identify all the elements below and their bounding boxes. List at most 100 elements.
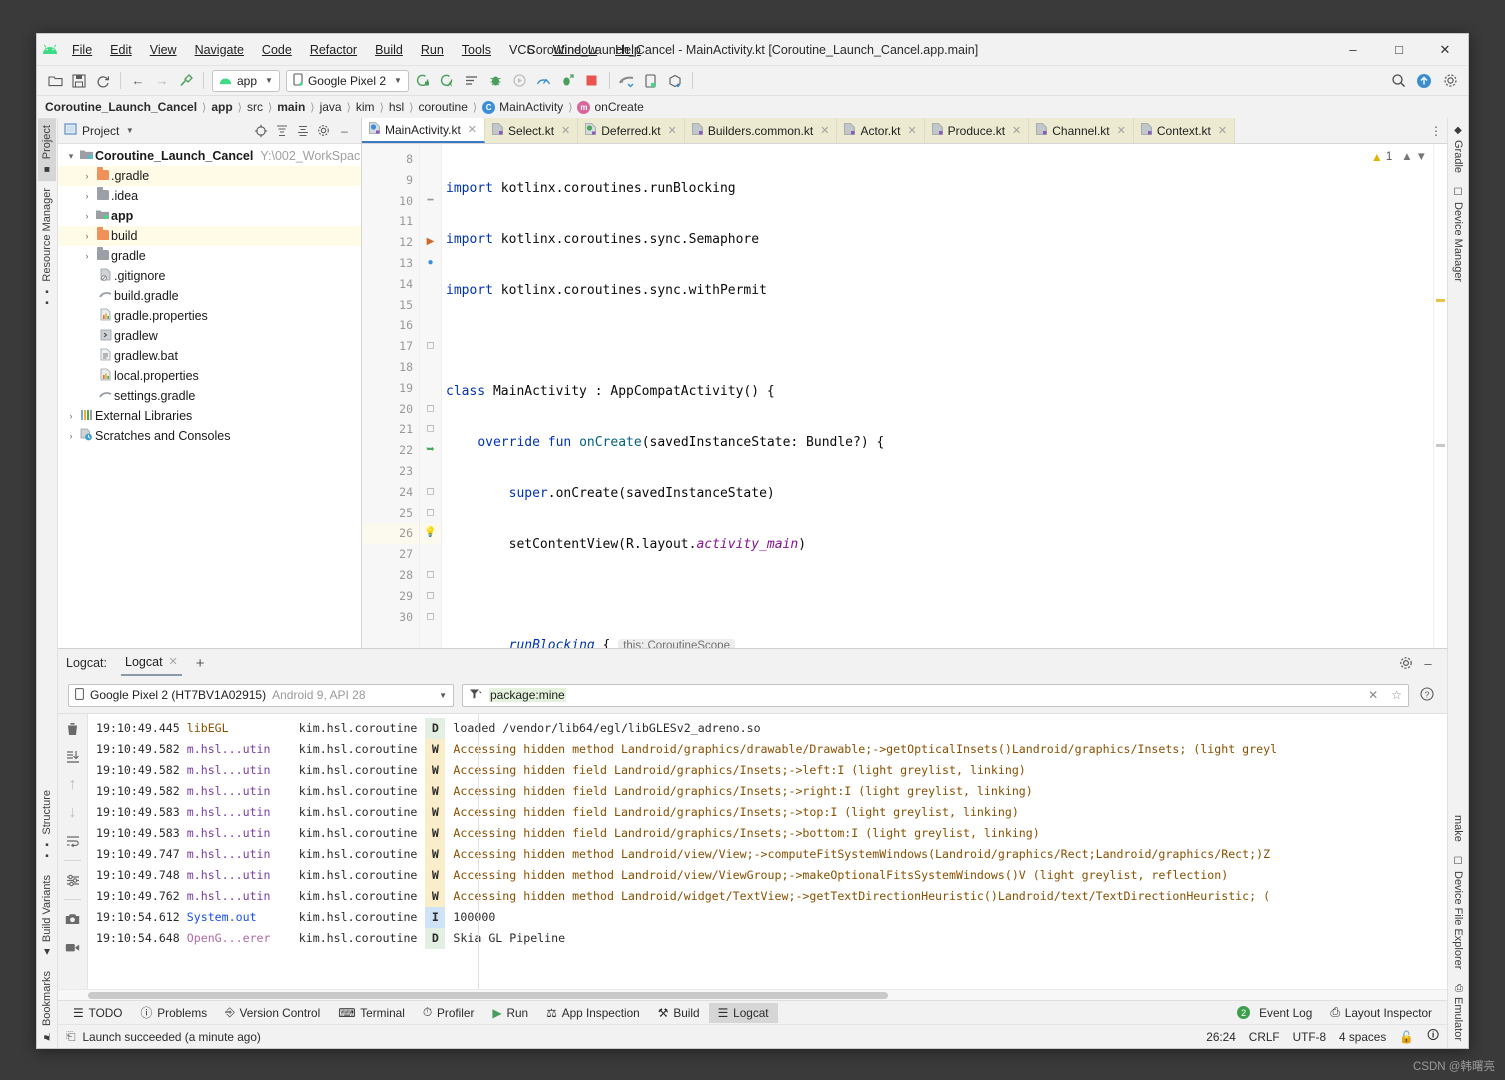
run-tests-icon[interactable] (508, 69, 532, 93)
tree-item-gradle-dir[interactable]: › .gradle (58, 166, 361, 186)
close-icon[interactable]: ✕ (907, 124, 916, 137)
profiler-icon[interactable] (532, 69, 556, 93)
attach-debugger-icon[interactable] (460, 69, 484, 93)
menu-edit[interactable]: Edit (101, 39, 141, 61)
screen-record-icon[interactable] (63, 938, 83, 956)
sdk-manager-icon[interactable] (663, 69, 687, 93)
tool-window-run[interactable]: ▶ Run (483, 1003, 537, 1023)
maximize-button[interactable]: □ (1376, 34, 1422, 65)
close-icon[interactable]: ✕ (1012, 124, 1021, 137)
logcat-session-tab[interactable]: Logcat ✕ (121, 651, 182, 676)
tree-item-gradle-wrapper[interactable]: › gradle (58, 246, 361, 266)
run-class-gutter-icon[interactable]: ▶ (420, 232, 441, 253)
logcat-settings-gear-icon[interactable] (1395, 652, 1417, 674)
back-icon[interactable]: ← (126, 69, 150, 93)
tool-window-make[interactable]: make (1449, 808, 1467, 849)
select-opened-file-icon[interactable] (250, 120, 271, 141)
fold-marker[interactable]: ◻ (420, 586, 441, 607)
chevron-right-icon[interactable]: › (80, 231, 94, 241)
tree-item-gradle-properties[interactable]: gradle.properties (58, 306, 361, 326)
tool-window-structure[interactable]: ▪▪ Structure (38, 783, 56, 868)
tree-item-gradlew-bat[interactable]: gradlew.bat (58, 346, 361, 366)
menu-run[interactable]: Run (412, 39, 453, 61)
open-project-icon[interactable] (43, 69, 67, 93)
menu-window[interactable]: Window (544, 39, 606, 61)
tree-item-gradlew[interactable]: gradlew (58, 326, 361, 346)
debug-icon[interactable] (484, 69, 508, 93)
screenshot-camera-icon[interactable] (63, 910, 83, 928)
indent-setting[interactable]: 4 spaces (1339, 1030, 1386, 1044)
lock-icon[interactable]: 🔓 (1399, 1030, 1414, 1044)
caret-position[interactable]: 26:24 (1206, 1030, 1236, 1044)
search-icon[interactable] (1386, 69, 1410, 93)
chevron-right-icon[interactable]: › (80, 251, 94, 261)
logcat-formatting-options-icon[interactable] (63, 871, 83, 889)
settings-gear-icon[interactable] (1438, 69, 1462, 93)
tree-item-app[interactable]: › app (58, 206, 361, 226)
apply-changes-icon[interactable] (556, 69, 580, 93)
status-message[interactable]: Launch succeeded (a minute ago) (82, 1030, 260, 1044)
clear-logcat-icon[interactable] (63, 720, 83, 738)
previous-occurrence-icon[interactable]: ↑ (63, 776, 83, 794)
tree-item-project-root[interactable]: ▾ Coroutine_Launch_Cancel Y:\002_WorkSpa… (58, 146, 361, 166)
close-icon[interactable]: ✕ (1218, 124, 1227, 137)
forward-icon[interactable]: → (150, 69, 174, 93)
menu-code[interactable]: Code (253, 39, 301, 61)
fold-marker[interactable]: ━ (420, 191, 441, 212)
breadcrumb-item-coroutine[interactable]: coroutine (419, 100, 468, 114)
save-all-icon[interactable] (67, 69, 91, 93)
hide-panel-icon[interactable]: – (334, 120, 355, 141)
tool-window-emulator[interactable]: ⎙ Emulator (1449, 976, 1467, 1048)
logcat-output[interactable]: 19:10:49.445 libEGL kim.hsl.coroutine Dloa… (88, 714, 1447, 989)
tool-window-version-control[interactable]: ⎆ Version Control (216, 1002, 329, 1023)
tool-window-problems[interactable]: ⓘ Problems (131, 1001, 216, 1024)
breadcrumb-item-mainactivity[interactable]: MainActivity (499, 100, 563, 114)
tree-item-external-libraries[interactable]: › External Libraries (58, 406, 361, 426)
breadcrumb-item-project[interactable]: Coroutine_Launch_Cancel (45, 100, 197, 114)
fold-marker[interactable]: ◻ (420, 419, 441, 440)
tool-window-device-file-explorer[interactable]: ☐ Device File Explorer (1449, 849, 1467, 976)
tool-window-resource-manager[interactable]: ▪▪ Resource Manager (38, 181, 56, 315)
chevron-right-icon[interactable]: › (80, 211, 94, 221)
editor-error-stripe[interactable] (1433, 144, 1447, 648)
close-icon[interactable]: ✕ (561, 124, 570, 137)
tree-item-build-gradle[interactable]: build.gradle (58, 286, 361, 306)
editor-tab-select[interactable]: Select.kt ✕ (485, 118, 579, 143)
fold-marker[interactable]: ◻ (420, 399, 441, 420)
chevron-right-icon[interactable]: › (64, 431, 78, 441)
tool-window-app-inspection[interactable]: ⚖ App Inspection (537, 1003, 649, 1023)
menu-vcs[interactable]: VCS (500, 39, 544, 61)
editor-tab-deferred[interactable]: Deferred.kt ✕ (578, 118, 685, 143)
line-separator[interactable]: CRLF (1249, 1030, 1280, 1044)
favorite-star-icon[interactable]: ☆ (1391, 688, 1402, 702)
fold-marker[interactable]: ◻ (420, 607, 441, 628)
close-icon[interactable]: ✕ (820, 124, 829, 137)
fold-marker[interactable]: ◻ (420, 503, 441, 524)
sync-gradle-icon[interactable] (91, 69, 115, 93)
suspend-call-gutter-icon[interactable]: ➥ (420, 440, 441, 461)
code-editor[interactable]: 8 9 10 11 12 13 14 15 16 17 18 19 20 21 … (362, 144, 1447, 648)
menu-help[interactable]: Help (606, 39, 650, 61)
tree-item-settings-gradle[interactable]: settings.gradle (58, 386, 361, 406)
breadcrumb-item-main[interactable]: main (277, 100, 305, 114)
module-selector[interactable]: app ▼ (212, 69, 280, 92)
breadcrumb-item-app[interactable]: app (211, 100, 232, 114)
tool-window-build[interactable]: ⚒ Build (649, 1003, 709, 1023)
scroll-to-end-icon[interactable] (63, 748, 83, 766)
tool-window-device-manager[interactable]: ☐ Device Manager (1449, 180, 1467, 289)
prev-problem-icon[interactable]: ▲ (1401, 151, 1412, 163)
menu-refactor[interactable]: Refactor (301, 39, 366, 61)
tool-window-terminal[interactable]: ⌨ Terminal (329, 1003, 414, 1023)
chevron-right-icon[interactable]: › (64, 411, 78, 421)
tool-window-gradle[interactable]: ◆ Gradle (1449, 118, 1467, 180)
tool-window-bookmarks[interactable]: ⚑ Bookmarks (38, 964, 56, 1048)
chevron-right-icon[interactable]: › (80, 171, 94, 181)
menu-navigate[interactable]: Navigate (186, 39, 253, 61)
chevron-down-icon[interactable]: ▼ (119, 120, 140, 141)
scrollbar-thumb[interactable] (88, 992, 888, 999)
override-gutter-icon[interactable]: ● (420, 253, 441, 274)
tool-window-todo[interactable]: ☰ TODO (64, 1003, 131, 1023)
breadcrumb-item-hsl[interactable]: hsl (389, 100, 404, 114)
clear-filter-icon[interactable]: ✕ (1368, 688, 1378, 702)
stop-icon[interactable] (580, 69, 604, 93)
